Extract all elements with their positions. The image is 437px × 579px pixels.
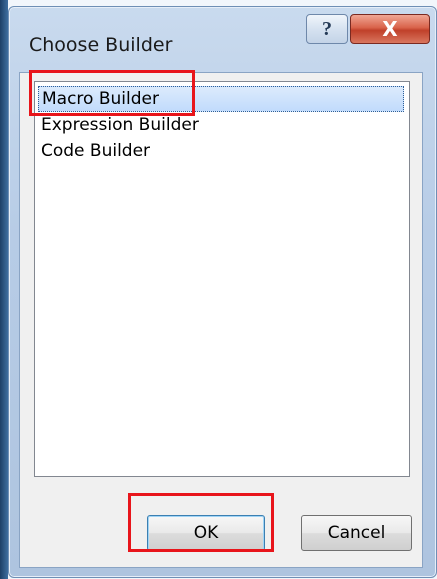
- list-item-code-builder[interactable]: Code Builder: [38, 138, 404, 164]
- builder-listbox[interactable]: Macro Builder Expression Builder Code Bu…: [34, 81, 410, 477]
- choose-builder-dialog: Choose Builder ? X Macro Builder Express…: [8, 6, 437, 578]
- close-icon: X: [382, 17, 398, 41]
- list-item-macro-builder[interactable]: Macro Builder: [38, 86, 404, 112]
- list-item-expression-builder[interactable]: Expression Builder: [38, 112, 404, 138]
- dialog-title: Choose Builder: [29, 34, 173, 56]
- background-edge: [0, 0, 8, 579]
- help-button[interactable]: ?: [306, 14, 348, 44]
- ok-button[interactable]: OK: [147, 515, 265, 551]
- close-button[interactable]: X: [350, 14, 430, 44]
- help-icon: ?: [322, 17, 332, 40]
- dialog-client-area: Macro Builder Expression Builder Code Bu…: [19, 72, 423, 568]
- cancel-button[interactable]: Cancel: [301, 515, 412, 551]
